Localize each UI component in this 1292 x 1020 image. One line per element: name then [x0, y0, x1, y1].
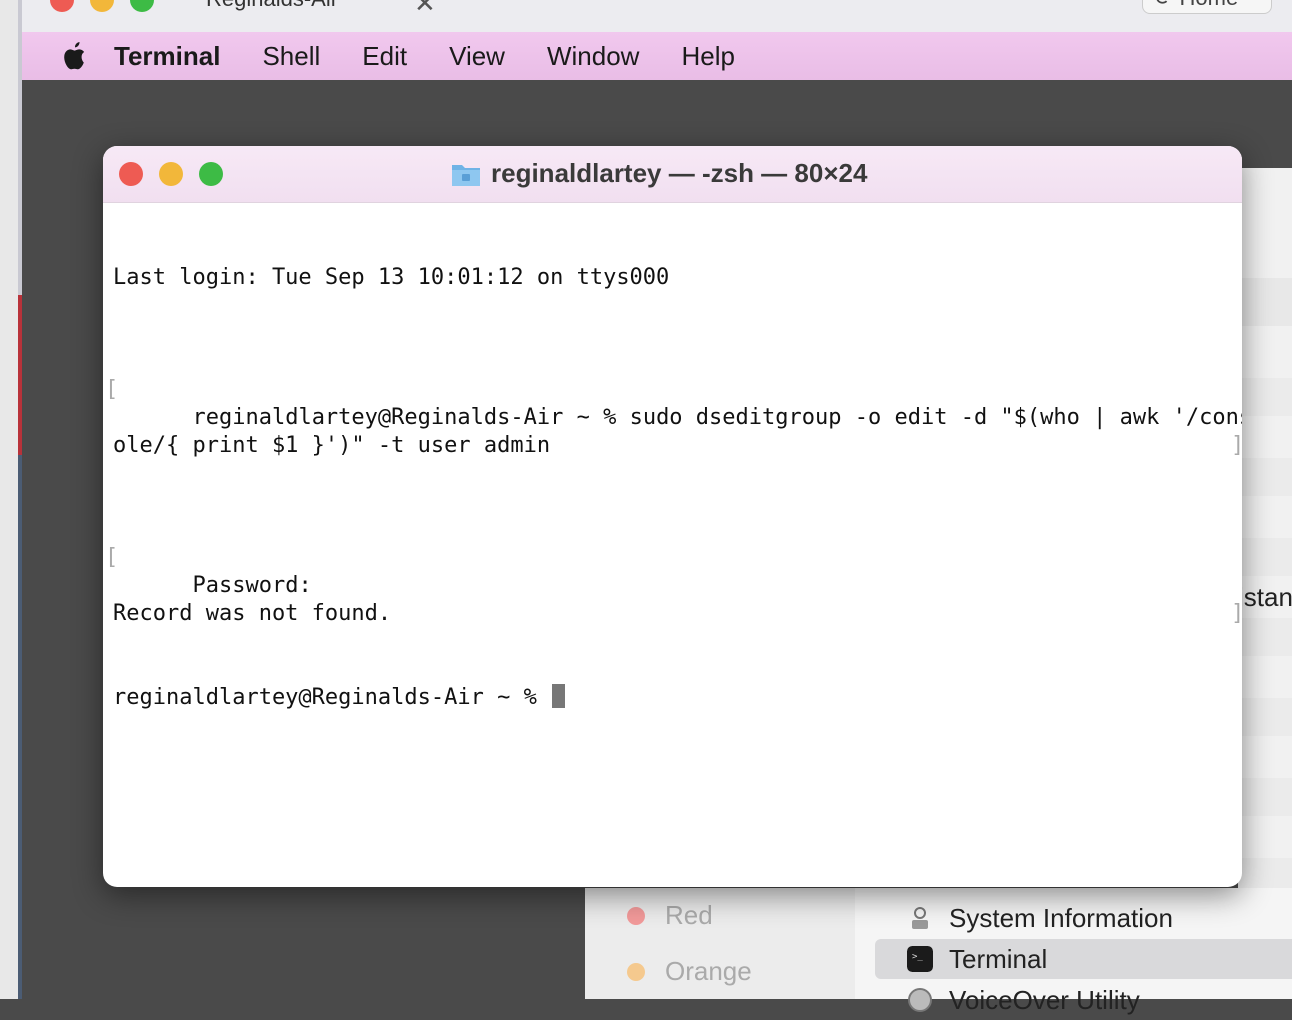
- list-item-label: Terminal: [949, 943, 1048, 974]
- apps-list: System Information >_ Terminal VoiceOver…: [855, 888, 1292, 1015]
- close-button[interactable]: [119, 162, 143, 186]
- terminal-title: reginaldlartey — -zsh — 80×24: [451, 158, 867, 189]
- terminal-line: reginaldlartey@Reginalds-Air ~ % sudo ds…: [192, 405, 1242, 430]
- terminal-icon: >_: [907, 946, 933, 972]
- left-edge-strip: [0, 0, 22, 999]
- bg-row: [1238, 378, 1292, 416]
- tag-red[interactable]: Red: [627, 900, 713, 931]
- tag-label: Orange: [665, 956, 752, 986]
- menu-view[interactable]: View: [449, 41, 505, 72]
- terminal-prompt: reginaldlartey@Reginalds-Air ~ %: [113, 685, 551, 710]
- bg-row: [1238, 618, 1292, 656]
- tag-orange[interactable]: Orange: [627, 956, 752, 987]
- bracket-mark: ]: [1231, 432, 1242, 460]
- menu-window[interactable]: Window: [547, 41, 639, 72]
- terminal-line-wrapper: [ reginaldlartey@Reginalds-Air ~ % sudo …: [105, 348, 1242, 458]
- terminal-output[interactable]: Last login: Tue Sep 13 10:01:12 on ttys0…: [105, 208, 1242, 768]
- menu-edit[interactable]: Edit: [362, 41, 407, 72]
- menu-terminal[interactable]: Terminal: [114, 41, 220, 72]
- minimize-button[interactable]: [159, 162, 183, 186]
- terminal-line: Record was not found.: [113, 601, 392, 626]
- bg-row: [1238, 778, 1292, 816]
- bg-row: [1238, 458, 1292, 496]
- terminal-line: Last login: Tue Sep 13 10:01:12 on ttys0…: [113, 265, 670, 290]
- menu-help[interactable]: Help: [681, 41, 734, 72]
- list-item-system-information[interactable]: System Information: [875, 898, 1292, 938]
- home-icon: ⟳: [1155, 0, 1180, 10]
- background-partial-text: istan: [1238, 582, 1292, 612]
- zoom-button[interactable]: [199, 162, 223, 186]
- terminal-titlebar[interactable]: reginaldlartey — -zsh — 80×24: [103, 146, 1242, 203]
- list-item-voiceover-utility[interactable]: VoiceOver Utility: [875, 980, 1292, 1020]
- bg-row: [1238, 538, 1292, 576]
- bracket-mark: [: [105, 545, 119, 570]
- svg-text:>_: >_: [912, 952, 923, 962]
- menu-shell[interactable]: Shell: [262, 41, 320, 72]
- folder-icon: [452, 164, 480, 186]
- list-item-terminal[interactable]: >_ Terminal: [875, 939, 1292, 979]
- close-icon[interactable]: ✕: [414, 0, 436, 19]
- bg-row: [1238, 698, 1292, 736]
- system-information-icon: [912, 907, 928, 929]
- terminal-line: Password:: [192, 573, 312, 598]
- apple-icon[interactable]: [60, 40, 88, 72]
- home-button-label: Home: [1180, 0, 1239, 10]
- voiceover-icon: [908, 988, 932, 1012]
- terminal-prompt-line: reginaldlartey@Reginalds-Air ~ %: [113, 684, 1233, 712]
- tags-sidebar: Red Orange: [585, 888, 855, 999]
- orange-tag-dot-icon: [627, 962, 645, 981]
- terminal-title-text: reginaldlartey — -zsh — 80×24: [491, 158, 868, 188]
- outer-window-titlebar: Reginalds-Air ✕ ⟳ Home: [22, 0, 1292, 33]
- list-item-label: VoiceOver Utility: [949, 984, 1140, 1015]
- outer-close-dot[interactable]: [50, 0, 74, 12]
- list-item-label: System Information: [949, 902, 1173, 933]
- bracket-mark: ]: [1231, 600, 1242, 628]
- text-cursor: [552, 684, 566, 708]
- menubar: Terminal Shell Edit View Window Help: [22, 32, 1292, 80]
- home-button[interactable]: ⟳ Home: [1142, 0, 1272, 14]
- outer-zoom-dot[interactable]: [130, 0, 154, 12]
- tag-label: Red: [665, 900, 713, 930]
- bg-row: [1238, 278, 1292, 326]
- outer-window-title: Reginalds-Air: [206, 0, 338, 12]
- terminal-line: ole/{ print $1 }')" -t user admin: [113, 433, 551, 458]
- bracket-mark: [: [105, 377, 119, 402]
- red-tag-dot-icon: [627, 906, 645, 925]
- terminal-line-wrapper: [ Password: ]: [105, 516, 1242, 626]
- outer-minimize-dot[interactable]: [90, 0, 114, 12]
- terminal-window[interactable]: reginaldlartey — -zsh — 80×24 Last login…: [103, 146, 1242, 887]
